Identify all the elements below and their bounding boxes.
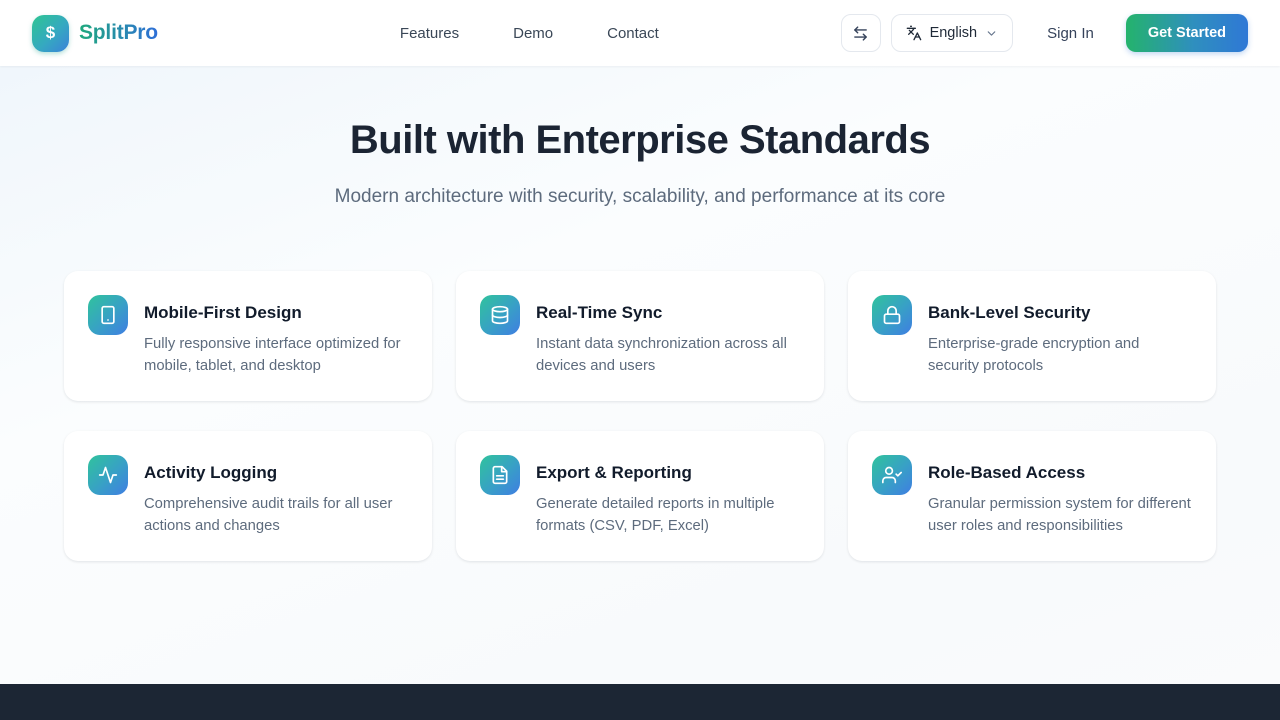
chevron-down-icon bbox=[985, 27, 998, 40]
lock-icon bbox=[872, 295, 912, 335]
feature-card-security: Bank-Level Security Enterprise-grade enc… bbox=[848, 271, 1216, 401]
feature-description: Fully responsive interface optimized for… bbox=[144, 336, 401, 374]
user-check-icon bbox=[872, 455, 912, 495]
hero-section: Built with Enterprise Standards Modern a… bbox=[0, 66, 1280, 211]
page-title: Built with Enterprise Standards bbox=[349, 118, 931, 162]
smartphone-icon bbox=[88, 295, 128, 335]
feature-title: Bank-Level Security bbox=[928, 303, 1091, 322]
feature-card-activity-logging: Activity Logging Comprehensive audit tra… bbox=[64, 431, 432, 561]
language-selector[interactable]: English bbox=[890, 14, 1014, 52]
feature-title: Real-Time Sync bbox=[536, 303, 663, 322]
languages-icon bbox=[906, 25, 922, 41]
features-grid: Mobile-First Design Fully responsive int… bbox=[64, 271, 1216, 561]
get-started-button[interactable]: Get Started bbox=[1125, 14, 1248, 52]
feature-description: Comprehensive audit trails for all user … bbox=[144, 496, 393, 534]
feature-card-mobile-first: Mobile-First Design Fully responsive int… bbox=[64, 271, 432, 401]
feature-description: Instant data synchronization across all … bbox=[536, 336, 787, 374]
file-text-icon bbox=[480, 455, 520, 495]
feature-description: Generate detailed reports in multiple fo… bbox=[536, 496, 775, 534]
nav-item-demo[interactable]: Demo bbox=[513, 25, 553, 42]
feature-title: Export & Reporting bbox=[536, 463, 692, 482]
database-icon bbox=[480, 295, 520, 335]
feature-description: Granular permission system for different… bbox=[928, 496, 1191, 534]
arrow-left-right-icon bbox=[852, 25, 869, 42]
brand-name: SplitPro bbox=[79, 21, 158, 44]
feature-title: Role-Based Access bbox=[928, 463, 1086, 482]
sign-in-link[interactable]: Sign In bbox=[1047, 25, 1094, 42]
feature-title: Mobile-First Design bbox=[144, 303, 302, 322]
header: $ SplitPro Features Demo Contact English… bbox=[0, 0, 1280, 66]
feature-card-role-based-access: Role-Based Access Granular permission sy… bbox=[848, 431, 1216, 561]
currency-swap-button[interactable] bbox=[840, 14, 881, 52]
logo-symbol: $ bbox=[45, 23, 56, 42]
language-selected-label: English bbox=[929, 25, 978, 41]
brand-logo[interactable]: $ SplitPro bbox=[32, 14, 158, 52]
feature-title: Activity Logging bbox=[144, 463, 278, 482]
feature-card-real-time-sync: Real-Time Sync Instant data synchronizat… bbox=[456, 271, 824, 401]
feature-card-export-reporting: Export & Reporting Generate detailed rep… bbox=[456, 431, 824, 561]
feature-description: Enterprise-grade encryption and security… bbox=[928, 336, 1140, 374]
nav-item-features[interactable]: Features bbox=[400, 25, 459, 42]
activity-icon bbox=[88, 455, 128, 495]
dollar-icon: $ bbox=[32, 14, 69, 52]
footer-section bbox=[0, 684, 1280, 720]
page-subtitle: Modern architecture with security, scala… bbox=[334, 186, 946, 207]
nav-item-contact[interactable]: Contact bbox=[607, 25, 659, 42]
main-nav: Features Demo Contact bbox=[400, 25, 659, 42]
header-actions: English Sign In Get Started bbox=[840, 14, 1248, 52]
